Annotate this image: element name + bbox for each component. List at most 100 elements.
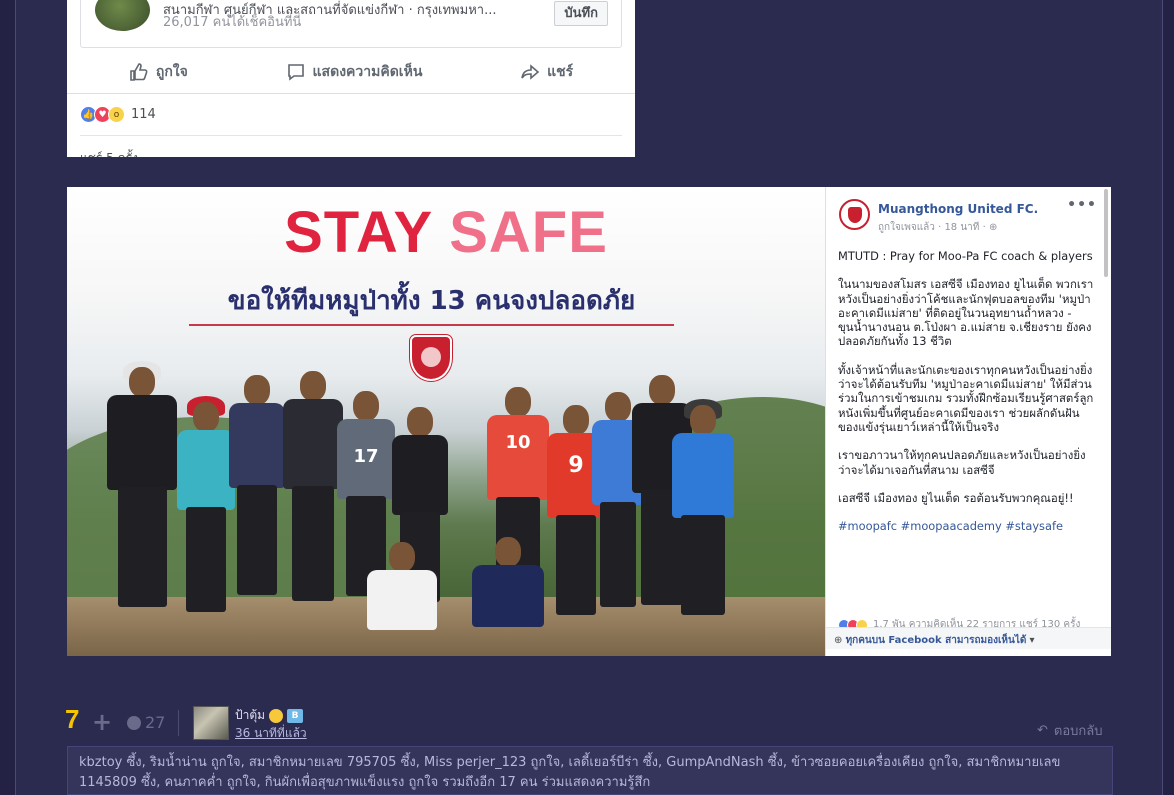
place-preview[interactable]: สนามกีฬา ศูนย์กีฬา และสถานที่จัดแข่งกีฬา…	[80, 0, 622, 48]
like-button[interactable]: ถูกใจ	[129, 61, 188, 83]
person-figure	[472, 537, 544, 652]
person-figure	[367, 542, 437, 652]
person-figure	[229, 375, 285, 625]
torso	[229, 403, 285, 488]
comment-timestamp[interactable]: 36 นาทีที่แล้ว	[235, 724, 307, 743]
head	[649, 375, 675, 405]
legs	[599, 502, 637, 607]
thai-banner-text: ขอให้ทีมหมูป่าทั้ง 13 คนจงปลอดภัย	[189, 280, 674, 326]
person-figure	[177, 396, 235, 642]
share-count[interactable]: แชร์ 5 ครั้ง	[80, 149, 138, 157]
head	[505, 387, 531, 417]
post-actions: ถูกใจ แสดงความคิดเห็น แชร์	[80, 56, 622, 88]
legs	[681, 515, 725, 615]
head	[407, 407, 433, 437]
place-avatar	[95, 0, 150, 31]
like-label: ถูกใจ	[155, 64, 188, 80]
head	[495, 537, 521, 567]
page-frame-right	[1162, 0, 1174, 795]
stay-safe-image: STAY SAFE ขอให้ทีมหมูป่าทั้ง 13 คนจงปลอด…	[67, 187, 1111, 656]
scrollbar[interactable]	[1104, 189, 1108, 277]
torso	[487, 415, 549, 500]
post-paragraph: เราขอภาวนาให้ทุกคนปลอดภัยและหวังเป็นอย่า…	[838, 448, 1086, 477]
club-crest-icon	[410, 335, 452, 381]
head	[563, 405, 589, 435]
post-paragraph: เอสซีจี เมืองทอง ยูไนเต็ด รอต้อนรับพวกคุ…	[838, 490, 1074, 505]
more-options-icon[interactable]: •••	[1067, 197, 1097, 213]
post-meta: ถูกใจเพจแล้ว · 18 นาที · ⊕	[878, 220, 997, 235]
page-frame-left	[0, 0, 16, 795]
person-figure	[107, 361, 177, 637]
emotion-list: kbztoy ซึ้ง, ริมน้ำน่าน ถูกใจ, สมาชิกหมา…	[67, 746, 1113, 795]
username-link[interactable]: ป้าตุ้ม	[235, 706, 265, 725]
post-paragraph: ในนามของสโมสร เอสซีจี เมืองทอง ยูไนเต็ด …	[838, 277, 1094, 349]
torso	[672, 433, 734, 518]
comment-user: ป้าตุ้ม B	[235, 706, 304, 725]
headline-word-stay: STAY	[284, 200, 433, 265]
page-logo-icon[interactable]	[839, 199, 870, 230]
legs	[185, 507, 227, 612]
avatar[interactable]	[193, 706, 229, 740]
plus-vote-button[interactable]: +	[87, 709, 117, 735]
reaction-summary[interactable]: 👍 ♥ o 114	[80, 106, 156, 123]
page-name-link[interactable]: Muangthong United FC.	[878, 202, 1038, 216]
comment-icon	[287, 64, 304, 81]
share-button[interactable]: แชร์	[520, 61, 573, 83]
emotion-face-icon	[127, 715, 141, 730]
head	[690, 405, 716, 435]
wow-reaction-icon: o	[108, 106, 125, 123]
stay-safe-headline: STAY SAFE	[67, 199, 825, 266]
legs	[237, 485, 277, 595]
torso	[472, 565, 544, 627]
facebook-embed-card: สนามกีฬา ศูนย์กีฬา และสถานที่จัดแข่งกีฬา…	[67, 0, 635, 157]
post-paragraph: MTUTD : Pray for Moo-Pa FC coach & playe…	[838, 249, 1093, 263]
comment-label: แสดงความคิดเห็น	[312, 64, 423, 80]
head	[244, 375, 270, 405]
reply-label: ตอบกลับ	[1053, 724, 1103, 739]
head	[129, 367, 155, 397]
share-label: แชร์	[547, 64, 574, 80]
member-badge-icon: B	[287, 708, 304, 723]
reply-button[interactable]: ↶ ตอบกลับ	[1037, 720, 1103, 741]
post-paragraph: ทั้งเจ้าหน้าที่และนักเตะของเราทุกคนหวังเ…	[838, 362, 1094, 434]
audience-label: ทุกคนบน Facebook สามารถมองเห็นได้	[845, 635, 1027, 646]
place-checkins: 26,017 คนได้เช็คอินที่นี่	[163, 15, 302, 30]
headline-word-safe: SAFE	[449, 200, 608, 265]
audience-selector[interactable]: ⊕ ทุกคนบน Facebook สามารถมองเห็นได้ ▾	[826, 627, 1111, 649]
person-figure	[283, 371, 343, 626]
head	[353, 391, 379, 421]
hashtags[interactable]: #moopafc #moopaacademy #staysafe	[838, 519, 1094, 533]
legs	[292, 486, 334, 601]
head	[389, 542, 415, 572]
legs	[117, 487, 167, 607]
legs	[555, 515, 597, 615]
divider	[80, 135, 622, 136]
save-button[interactable]: บันทึก	[554, 1, 608, 26]
torso	[107, 395, 177, 490]
reply-arrow-icon: ↶	[1037, 723, 1048, 738]
divider	[67, 93, 635, 94]
head	[193, 402, 219, 432]
head	[300, 371, 326, 401]
torso	[283, 399, 343, 489]
smile-emoji-icon	[269, 708, 284, 723]
facebook-embedded-post: Muangthong United FC. ถูกใจเพจแล้ว · 18 …	[825, 187, 1111, 656]
globe-icon: ⊕	[834, 635, 843, 646]
emotion-count[interactable]: 27	[127, 713, 165, 732]
separator	[178, 710, 179, 736]
caret-down-icon: ▾	[1029, 635, 1035, 646]
team-photo: STAY SAFE ขอให้ทีมหมูป่าทั้ง 13 คนจงปลอด…	[67, 187, 825, 656]
emotion-list-text: kbztoy ซึ้ง, ริมน้ำน่าน ถูกใจ, สมาชิกหมา…	[79, 755, 1061, 790]
torso	[177, 430, 235, 510]
comment-button[interactable]: แสดงความคิดเห็น	[286, 61, 423, 83]
post-body: MTUTD : Pray for Moo-Pa FC coach & playe…	[838, 249, 1094, 547]
reaction-count: 114	[131, 107, 156, 122]
torso	[392, 435, 448, 515]
person-figure	[672, 399, 734, 640]
globe-icon: ⊕	[988, 222, 998, 233]
head	[605, 392, 631, 422]
thumbs-up-icon	[130, 63, 148, 81]
jersey-number: 17	[353, 446, 379, 467]
vote-count: 7	[65, 704, 80, 734]
share-icon	[521, 64, 540, 80]
